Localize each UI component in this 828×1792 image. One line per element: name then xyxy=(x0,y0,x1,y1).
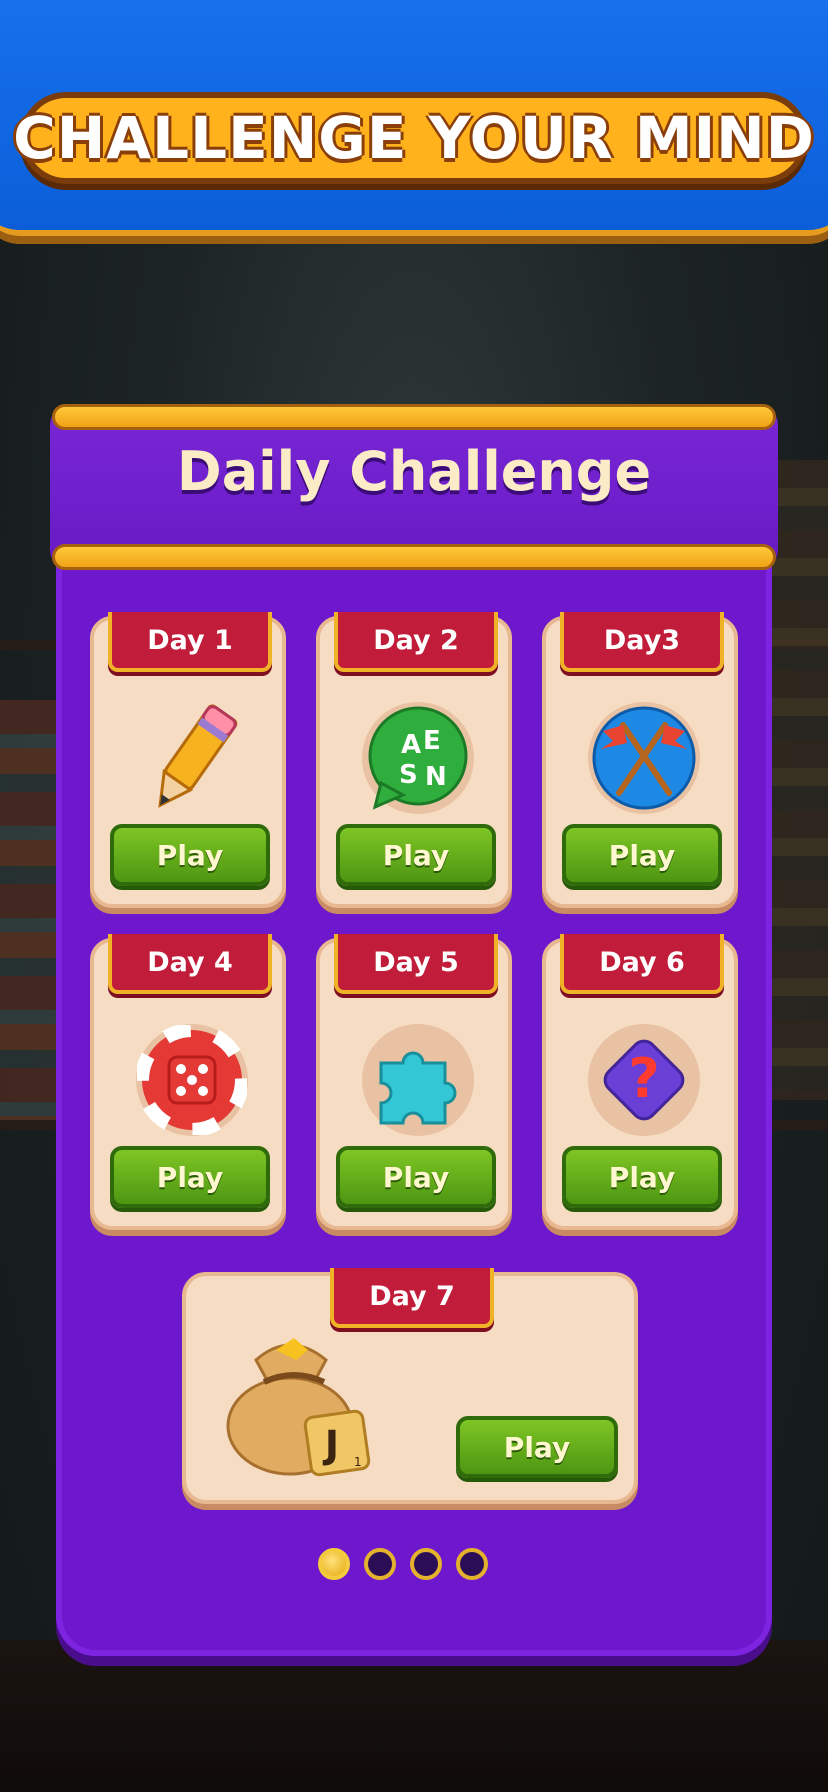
day-card-7: Day 7 J 1 Play xyxy=(182,1268,638,1504)
letters-bubble-icon: A E S N xyxy=(362,702,474,814)
day-ribbon: Day 2 xyxy=(334,612,498,672)
play-button-day-7[interactable]: Play xyxy=(456,1416,618,1478)
panel-title: Daily Challenge xyxy=(176,440,652,503)
play-button-day-6[interactable]: Play xyxy=(562,1146,722,1208)
svg-text:S: S xyxy=(399,760,418,790)
day-label: Day 4 xyxy=(147,946,233,978)
question-mark-icon: ? xyxy=(588,1024,700,1136)
play-button-day-4[interactable]: Play xyxy=(110,1146,270,1208)
day-label: Day 7 xyxy=(369,1280,455,1312)
page-dot-3[interactable] xyxy=(410,1548,442,1580)
svg-text:J: J xyxy=(322,1423,339,1467)
day-card-5: Day 5 Play xyxy=(316,934,512,1230)
svg-text:N: N xyxy=(425,762,447,792)
play-button-day-1[interactable]: Play xyxy=(110,824,270,886)
page-dot-4[interactable] xyxy=(456,1548,488,1580)
puzzle-piece-icon xyxy=(362,1024,474,1136)
day-label: Day 5 xyxy=(373,946,459,978)
header-rail-bottom xyxy=(52,544,776,570)
page-dot-2[interactable] xyxy=(364,1548,396,1580)
banner-title: CHALLENGE YOUR MIND xyxy=(13,104,815,172)
day-card-4: Day 4 Play xyxy=(90,934,286,1230)
day-label: Day 1 xyxy=(147,624,233,656)
day-card-3: Day3 Play xyxy=(542,612,738,908)
header-rail-top xyxy=(52,404,776,430)
play-button-day-5[interactable]: Play xyxy=(336,1146,496,1208)
day-card-2: Day 2 A E S N Play xyxy=(316,612,512,908)
day-ribbon: Day 4 xyxy=(108,934,272,994)
day-ribbon: Day 1 xyxy=(108,612,272,672)
dice-lifebuoy-icon xyxy=(136,1024,248,1136)
svg-text:A: A xyxy=(401,730,421,760)
day-ribbon: Day 7 xyxy=(330,1268,494,1328)
day-card-6: Day 6 ? Play xyxy=(542,934,738,1230)
crossed-flags-icon xyxy=(588,702,700,814)
svg-text:1: 1 xyxy=(354,1455,362,1469)
day-ribbon: Day 6 xyxy=(560,934,724,994)
day-ribbon: Day3 xyxy=(560,612,724,672)
play-button-day-3[interactable]: Play xyxy=(562,824,722,886)
page-dot-1[interactable] xyxy=(318,1548,350,1580)
banner-title-pill: CHALLENGE YOUR MIND xyxy=(13,92,814,184)
svg-text:?: ? xyxy=(628,1047,659,1110)
pencil-icon xyxy=(136,702,248,814)
page-indicator xyxy=(318,1548,508,1588)
day-label: Day 2 xyxy=(373,624,459,656)
floor xyxy=(0,1640,828,1792)
day-label: Day3 xyxy=(603,624,681,656)
svg-text:E: E xyxy=(423,726,441,756)
day-ribbon: Day 5 xyxy=(334,934,498,994)
day-card-1: Day 1 Play xyxy=(90,612,286,908)
reward-bag-icon: J 1 xyxy=(216,1320,386,1480)
play-button-day-2[interactable]: Play xyxy=(336,824,496,886)
day-label: Day 6 xyxy=(599,946,685,978)
